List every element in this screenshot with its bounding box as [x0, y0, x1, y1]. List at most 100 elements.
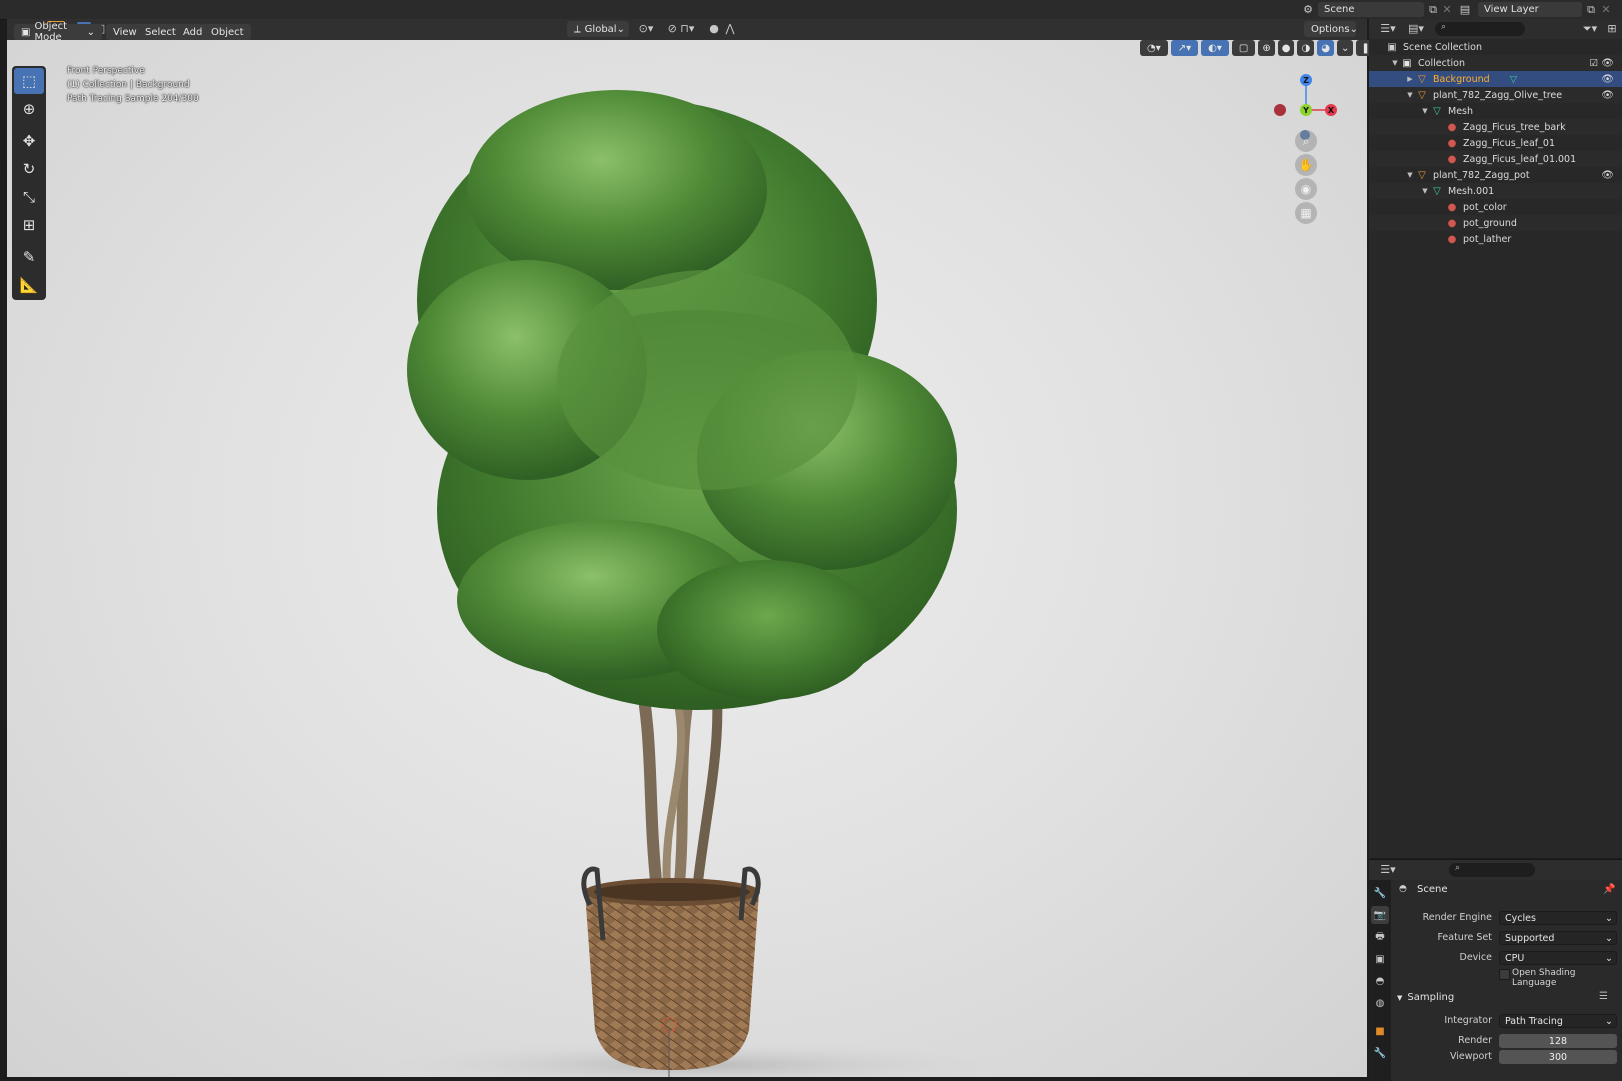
- eye-icon[interactable]: 👁: [1601, 90, 1614, 101]
- new-view-layer-icon[interactable]: ⧉: [1584, 2, 1598, 17]
- overlay-toggle-icon[interactable]: ◐▾: [1201, 40, 1229, 56]
- output-tab-icon[interactable]: 🖶: [1371, 928, 1389, 946]
- orientation-icon: ⟂: [574, 23, 581, 35]
- outliner-item[interactable]: ● Zagg_Ficus_tree_bark: [1369, 119, 1622, 135]
- zoom-icon[interactable]: ⌕: [1295, 130, 1317, 152]
- disclosure-arrow-icon[interactable]: ▼: [1420, 187, 1430, 195]
- eye-icon[interactable]: 👁: [1601, 58, 1614, 69]
- outliner-item-label: Background: [1433, 73, 1490, 85]
- disclosure-arrow-icon[interactable]: ▼: [1405, 171, 1415, 179]
- outliner-item[interactable]: ● Zagg_Ficus_leaf_01: [1369, 135, 1622, 151]
- ortho-grid-icon[interactable]: ▦: [1295, 202, 1317, 224]
- sampling-section-header[interactable]: ▼ Sampling: [1397, 992, 1454, 1003]
- render-tab-icon[interactable]: 📷: [1371, 906, 1389, 924]
- solid-shading-icon[interactable]: ●: [1277, 40, 1295, 56]
- rotate-icon[interactable]: ↻: [14, 156, 44, 182]
- feature-set-label: Feature Set: [1437, 932, 1492, 943]
- new-scene-icon[interactable]: ⧉: [1426, 2, 1440, 17]
- outliner-editor-type-icon[interactable]: ☰▾: [1377, 21, 1399, 36]
- disclosure-arrow-icon[interactable]: ▶: [1405, 75, 1415, 83]
- select-box-icon[interactable]: ⬚: [14, 68, 44, 94]
- scene-tab-icon[interactable]: ◓: [1371, 972, 1389, 990]
- device-dropdown[interactable]: CPU ⌄: [1499, 951, 1617, 965]
- falloff-icon[interactable]: ⋀: [723, 21, 737, 36]
- xray-toggle-icon[interactable]: ▢: [1231, 40, 1256, 56]
- new-collection-icon[interactable]: ⊞: [1605, 21, 1619, 36]
- object-menu[interactable]: Object: [204, 24, 251, 40]
- transform-orientation-dropdown[interactable]: ⟂ Global ⌄: [567, 21, 629, 37]
- view-layer-tab-icon[interactable]: ▣: [1371, 950, 1389, 968]
- proportional-edit-icon[interactable]: ●: [707, 21, 721, 36]
- outliner-item[interactable]: ▼ ▽ plant_782_Zagg_Olive_tree 👁: [1369, 87, 1622, 103]
- shading-options-icon[interactable]: ⌄: [1336, 40, 1354, 56]
- snapping-icon[interactable]: ⊘ ⊓▾: [663, 21, 699, 36]
- options-dropdown[interactable]: Options ⌄: [1304, 21, 1358, 37]
- chevron-down-icon: ⌄: [1605, 932, 1613, 944]
- outliner-item[interactable]: ● Zagg_Ficus_leaf_01.001: [1369, 151, 1622, 167]
- material-shading-icon[interactable]: ◑: [1297, 40, 1315, 56]
- render-engine-dropdown[interactable]: Cycles ⌄: [1499, 911, 1617, 925]
- properties-editor-type-icon[interactable]: ☰▾: [1377, 862, 1399, 877]
- move-icon[interactable]: ✥: [14, 128, 44, 154]
- outliner-item[interactable]: ▼ ▽ Mesh: [1369, 103, 1622, 119]
- disclosure-arrow-icon[interactable]: ▼: [1390, 59, 1400, 67]
- transform-icon[interactable]: ⊞: [14, 212, 44, 238]
- render-samples-field[interactable]: 128: [1499, 1034, 1617, 1048]
- outliner-item[interactable]: ▶ ▽ Background ▽ 👁: [1369, 71, 1622, 87]
- scene-collection-icon: ▣: [1387, 41, 1397, 53]
- properties-search-input[interactable]: ⌕: [1449, 863, 1535, 877]
- gizmo-toggle-icon[interactable]: ↗▾: [1170, 40, 1199, 56]
- modifier-tab-icon[interactable]: 🔧: [1371, 1044, 1389, 1062]
- mesh-data-icon[interactable]: ▽: [1510, 74, 1517, 85]
- viewport-samples-field[interactable]: 300: [1499, 1050, 1617, 1064]
- outliner-item[interactable]: ▼ ▽ Mesh.001: [1369, 183, 1622, 199]
- object-tab-icon[interactable]: ■: [1371, 1022, 1389, 1040]
- delete-view-layer-icon[interactable]: ✕: [1600, 2, 1612, 17]
- rendered-shading-icon[interactable]: ◕: [1317, 40, 1334, 56]
- view-layer-name-field[interactable]: View Layer: [1478, 2, 1582, 17]
- outliner-item[interactable]: ▼ ▽ plant_782_Zagg_pot 👁: [1369, 167, 1622, 183]
- world-tab-icon[interactable]: ◍: [1371, 994, 1389, 1012]
- tool-tab-icon[interactable]: 🔧: [1371, 884, 1389, 902]
- pin-icon[interactable]: 📌: [1603, 884, 1615, 895]
- measure-icon[interactable]: 📐: [14, 272, 44, 298]
- outliner-item[interactable]: ● pot_lather: [1369, 231, 1622, 247]
- integrator-dropdown[interactable]: Path Tracing ⌄: [1499, 1014, 1617, 1028]
- visibility-toggle-icon[interactable]: ◔▾: [1140, 40, 1168, 56]
- outliner-item[interactable]: ▣ Scene Collection: [1369, 39, 1622, 55]
- exclude-checkbox-icon[interactable]: ☑: [1589, 58, 1598, 69]
- scene-selector-icon[interactable]: ⚙: [1300, 2, 1316, 17]
- list-presets-icon[interactable]: ☰: [1599, 991, 1608, 1002]
- delete-scene-icon[interactable]: ✕: [1441, 2, 1453, 17]
- chevron-down-icon: ⌄: [1605, 952, 1613, 964]
- pivot-point-icon[interactable]: ⊙▾: [635, 21, 657, 36]
- gizmo-neg-x-axis[interactable]: [1274, 104, 1286, 116]
- outliner-item[interactable]: ● pot_ground: [1369, 215, 1622, 231]
- gizmo-y-axis[interactable]: Y: [1300, 104, 1312, 116]
- outliner-item[interactable]: ● pot_color: [1369, 199, 1622, 215]
- disclosure-arrow-icon[interactable]: ▼: [1420, 107, 1430, 115]
- wireframe-shading-icon[interactable]: ⊕: [1258, 40, 1275, 56]
- disclosure-arrow-icon[interactable]: ▼: [1405, 91, 1415, 99]
- object-mode-dropdown[interactable]: ▣ Object Mode ⌄: [14, 21, 102, 43]
- gizmo-z-axis[interactable]: Z: [1300, 74, 1312, 86]
- cursor-icon[interactable]: ⊕: [14, 96, 44, 122]
- outliner-search-input[interactable]: ⌕: [1435, 22, 1525, 36]
- pan-hand-icon[interactable]: ✋: [1295, 154, 1317, 176]
- display-mode-icon[interactable]: ▤▾: [1405, 21, 1427, 36]
- annotate-icon[interactable]: ✎: [14, 244, 44, 270]
- tool-shelf: ⬚ ⊕ ✥ ↻ ⤡ ⊞ ✎ 📐: [12, 66, 46, 300]
- eye-icon[interactable]: 👁: [1601, 74, 1614, 85]
- filter-icon[interactable]: ⏷▾: [1579, 21, 1601, 36]
- scale-icon[interactable]: ⤡: [14, 184, 44, 210]
- camera-view-icon[interactable]: ◉: [1295, 178, 1317, 200]
- view-layer-selector-icon[interactable]: ▤: [1456, 2, 1474, 17]
- outliner-item[interactable]: ▼ ▣ Collection ☑ 👁: [1369, 55, 1622, 71]
- feature-set-dropdown[interactable]: Supported ⌄: [1499, 931, 1617, 945]
- eye-icon[interactable]: 👁: [1601, 170, 1614, 181]
- scene-name-field[interactable]: Scene: [1318, 2, 1424, 17]
- feature-set-value: Supported: [1505, 932, 1555, 944]
- 3d-viewport[interactable]: Front Perspective (1) Collection | Backg…: [7, 40, 1367, 1077]
- gizmo-x-axis[interactable]: X: [1325, 104, 1337, 116]
- osl-checkbox[interactable]: [1499, 969, 1510, 980]
